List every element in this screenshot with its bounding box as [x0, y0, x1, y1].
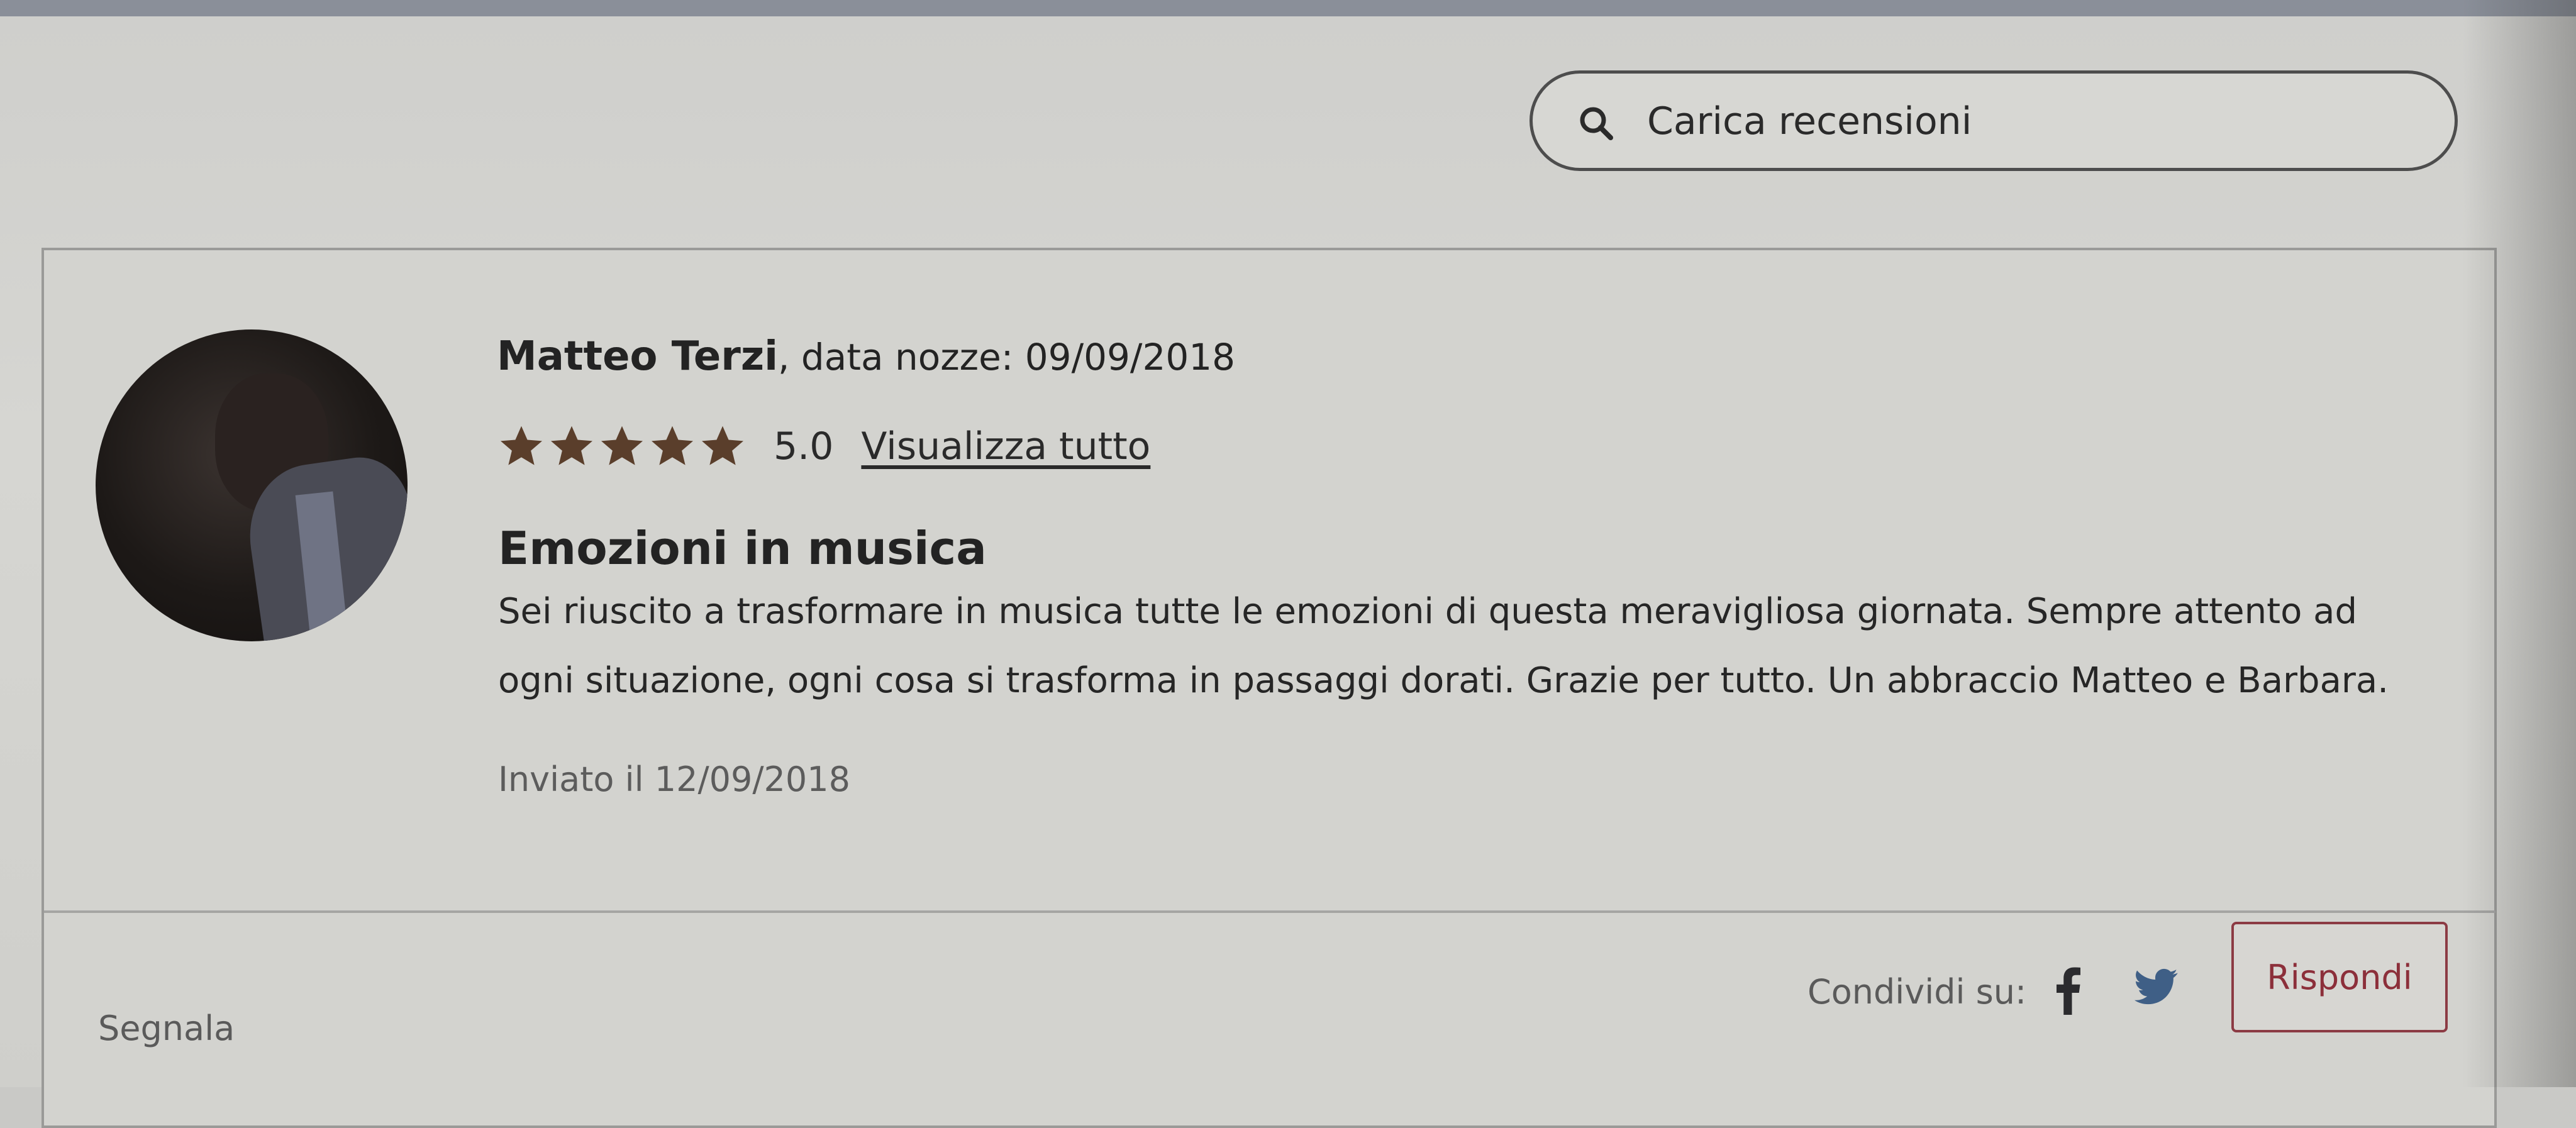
card-divider: [44, 910, 2496, 913]
report-link[interactable]: Segnala: [98, 1009, 235, 1048]
twitter-icon[interactable]: [2135, 968, 2179, 1006]
star-icon: [501, 426, 542, 465]
star-icon: [601, 426, 643, 465]
review-author-line: Matteo Terzi, data nozze: 09/09/2018: [497, 333, 1235, 380]
review-wedding-date: , data nozze: 09/09/2018: [778, 336, 1236, 379]
star-icon: [652, 426, 693, 465]
top-bar: [0, 0, 2576, 16]
reply-button[interactable]: Rispondi: [2231, 922, 2448, 1032]
review-author-name: Matteo Terzi: [497, 333, 779, 380]
search-icon[interactable]: [1578, 105, 1613, 140]
review-title: Emozioni in musica: [498, 522, 987, 575]
share-label: Condividi su:: [1807, 972, 2027, 1012]
avatar: [96, 329, 408, 641]
star-icon: [551, 426, 592, 465]
review-body: Sei riuscito a trasformare in musica tut…: [498, 591, 2389, 701]
rating-value: 5.0: [774, 424, 834, 468]
review-sent-date: Inviato il 12/09/2018: [498, 760, 850, 799]
search-input[interactable]: [1646, 92, 2403, 150]
view-all-link[interactable]: Visualizza tutto: [861, 424, 1150, 468]
star-rating: [498, 423, 746, 470]
star-icon: [702, 426, 743, 465]
rating-row: 5.0 Visualizza tutto: [498, 421, 1150, 472]
search-box[interactable]: [1530, 70, 2458, 171]
facebook-icon[interactable]: [2051, 965, 2083, 1015]
